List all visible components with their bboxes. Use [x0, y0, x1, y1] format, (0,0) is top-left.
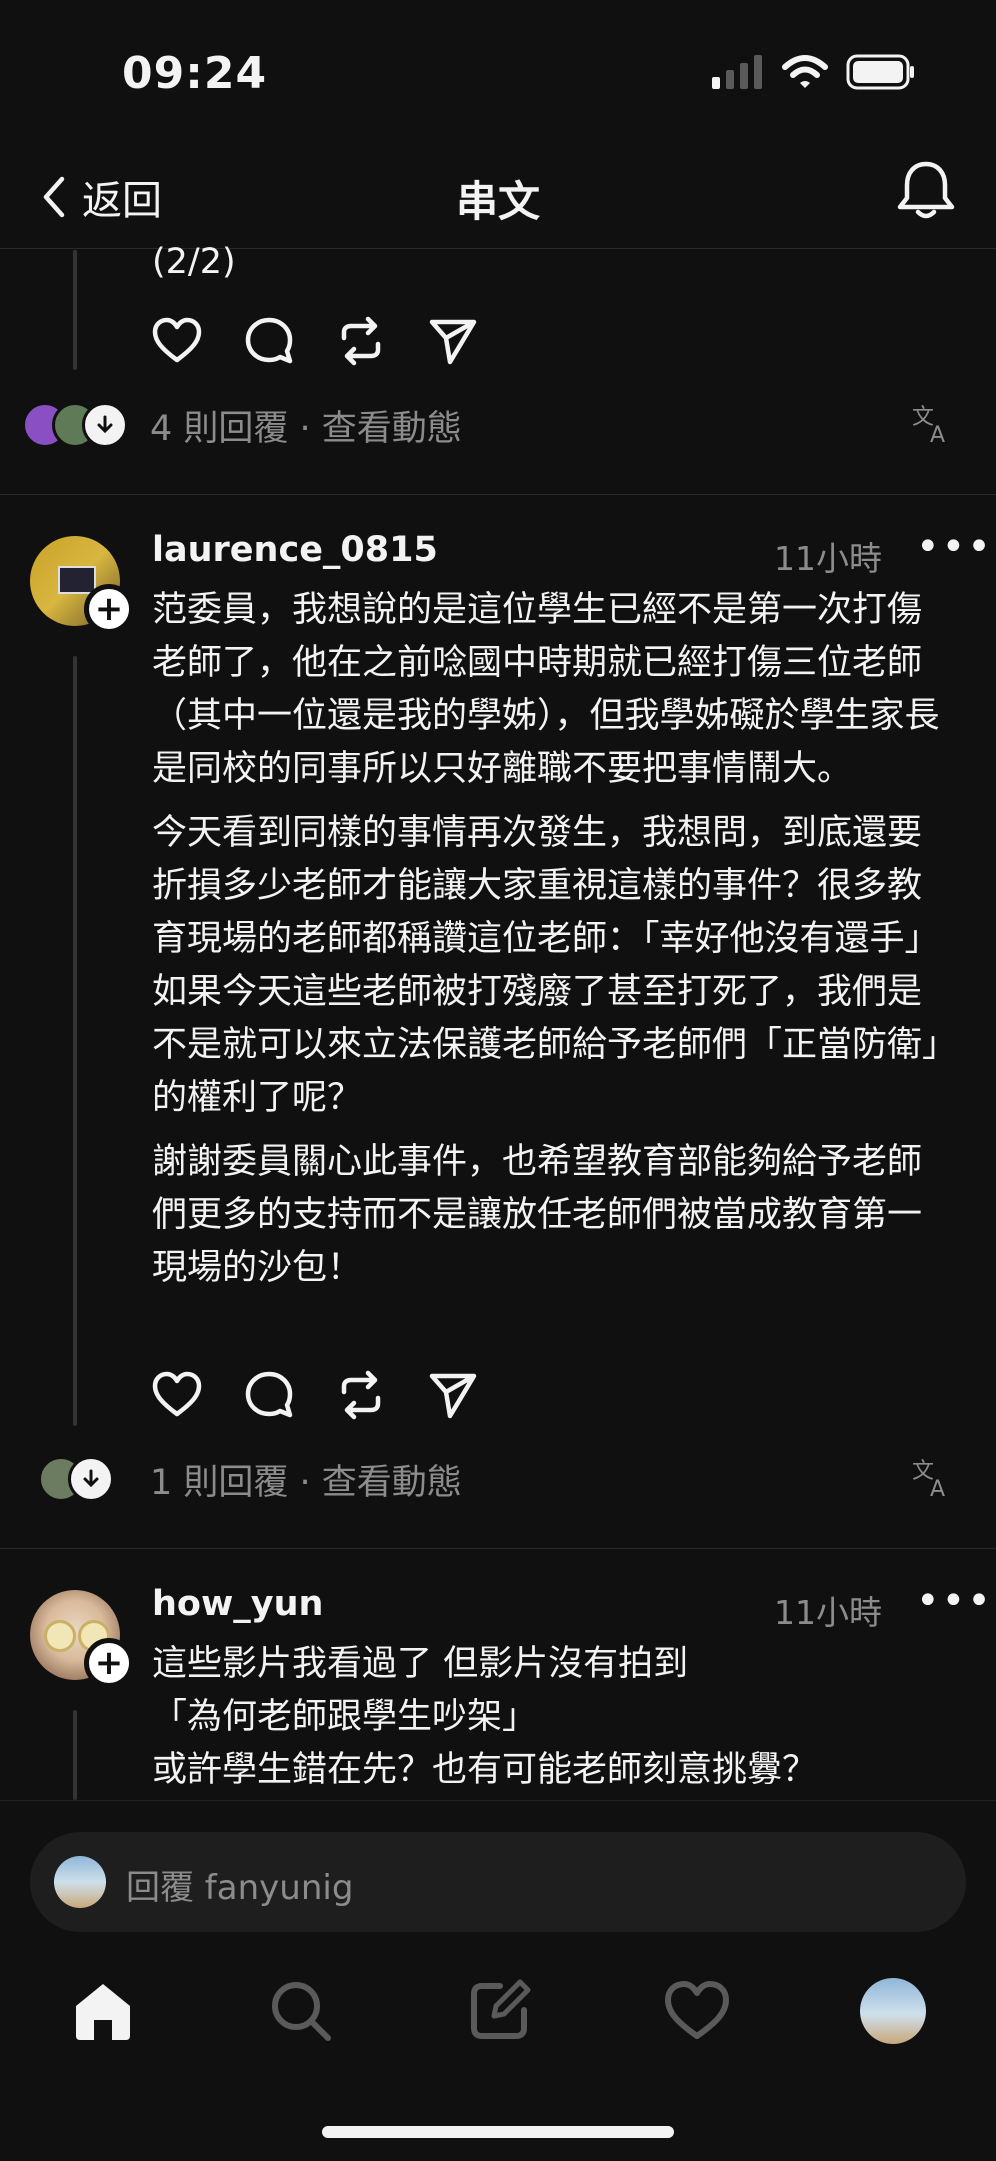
thread-line: [73, 250, 77, 370]
follow-button[interactable]: +: [84, 584, 134, 634]
reply-input[interactable]: 回覆 fanyunig: [30, 1832, 966, 1932]
translate-icon[interactable]: 文 A: [910, 1456, 954, 1500]
post-actions: [150, 1368, 480, 1422]
post-paragraph: 范委員，我想說的是這位學生已經不是第一次打傷老師了，他在之前唸國中時期就已經打傷…: [152, 590, 940, 789]
notification-button[interactable]: [896, 160, 956, 226]
post-line: 這些影片我看過了 但影片沒有拍到: [152, 1644, 689, 1684]
replies-link[interactable]: 4 則回覆 · 查看動態: [150, 400, 462, 451]
post-paragraph: 謝謝委員關心此事件，也希望教育部能夠給予老師們更多的支持而不是讓放任老師們被當成…: [152, 1142, 923, 1288]
signal-icon: [712, 55, 762, 89]
post-time: 11小時: [774, 539, 882, 578]
repost-icon[interactable]: [334, 314, 388, 368]
search-icon[interactable]: [266, 1976, 336, 2046]
download-icon: [68, 1456, 114, 1502]
status-icons: [712, 54, 916, 90]
thread-line: [73, 656, 77, 1426]
avatar: [54, 1856, 106, 1908]
reply-placeholder: 回覆 fanyunig: [126, 1868, 354, 1908]
post-line: 「為何老師跟學生吵架」: [152, 1697, 538, 1737]
heart-icon[interactable]: [150, 1368, 204, 1422]
comment-bubble-icon[interactable]: [242, 1368, 296, 1422]
tab-bar: [0, 1976, 996, 2076]
more-dots-icon[interactable]: •••: [916, 1578, 993, 1624]
svg-text:A: A: [930, 1477, 945, 1500]
comment-bubble-icon[interactable]: [242, 314, 296, 368]
home-indicator: [322, 2126, 674, 2138]
post-username[interactable]: laurence_0815: [152, 530, 438, 570]
replies-link[interactable]: 1 則回覆 · 查看動態: [150, 1454, 462, 1505]
status-time: 09:24: [122, 48, 268, 99]
repost-icon[interactable]: [334, 1368, 388, 1422]
nav-divider: [0, 248, 996, 249]
post-actions: [150, 314, 480, 368]
post-divider: [0, 1548, 996, 1549]
thread-line: [73, 1710, 77, 1800]
home-icon[interactable]: [68, 1976, 138, 2046]
post-text-tail: (2/2): [152, 242, 236, 282]
heart-icon[interactable]: [150, 314, 204, 368]
post-body: 范委員，我想說的是這位學生已經不是第一次打傷老師了，他在之前唸國中時期就已經打傷…: [152, 584, 956, 1306]
send-icon[interactable]: [426, 1368, 480, 1422]
bell-icon: [897, 161, 955, 219]
reply-avatars: [22, 402, 132, 448]
wifi-icon: [782, 55, 828, 88]
send-icon[interactable]: [426, 314, 480, 368]
post-paragraph: 今天看到同樣的事情再次發生，我想問，到底還要折損多少老師才能讓大家重視這樣的事件…: [152, 813, 940, 1118]
download-icon: [82, 402, 128, 448]
post-line: 或許學生錯在先？也有可能老師刻意挑釁？: [152, 1750, 818, 1790]
post-time: 11小時: [774, 1593, 882, 1632]
heart-icon[interactable]: [662, 1976, 732, 2046]
follow-button[interactable]: +: [84, 1638, 134, 1688]
battery-icon: [846, 54, 914, 90]
post-body: 這些影片我看過了 但影片沒有拍到 「為何老師跟學生吵架」 或許學生錯在先？也有可…: [152, 1638, 956, 1798]
svg-text:A: A: [930, 423, 945, 446]
avatar[interactable]: [860, 1978, 926, 2044]
page-title: 串文: [455, 177, 540, 226]
post-username[interactable]: how_yun: [152, 1584, 323, 1624]
compose-icon[interactable]: [464, 1976, 534, 2046]
post-divider: [0, 494, 996, 495]
reply-avatars: [38, 1456, 118, 1502]
more-dots-icon[interactable]: •••: [916, 524, 993, 570]
translate-icon[interactable]: 文 A: [910, 402, 954, 446]
